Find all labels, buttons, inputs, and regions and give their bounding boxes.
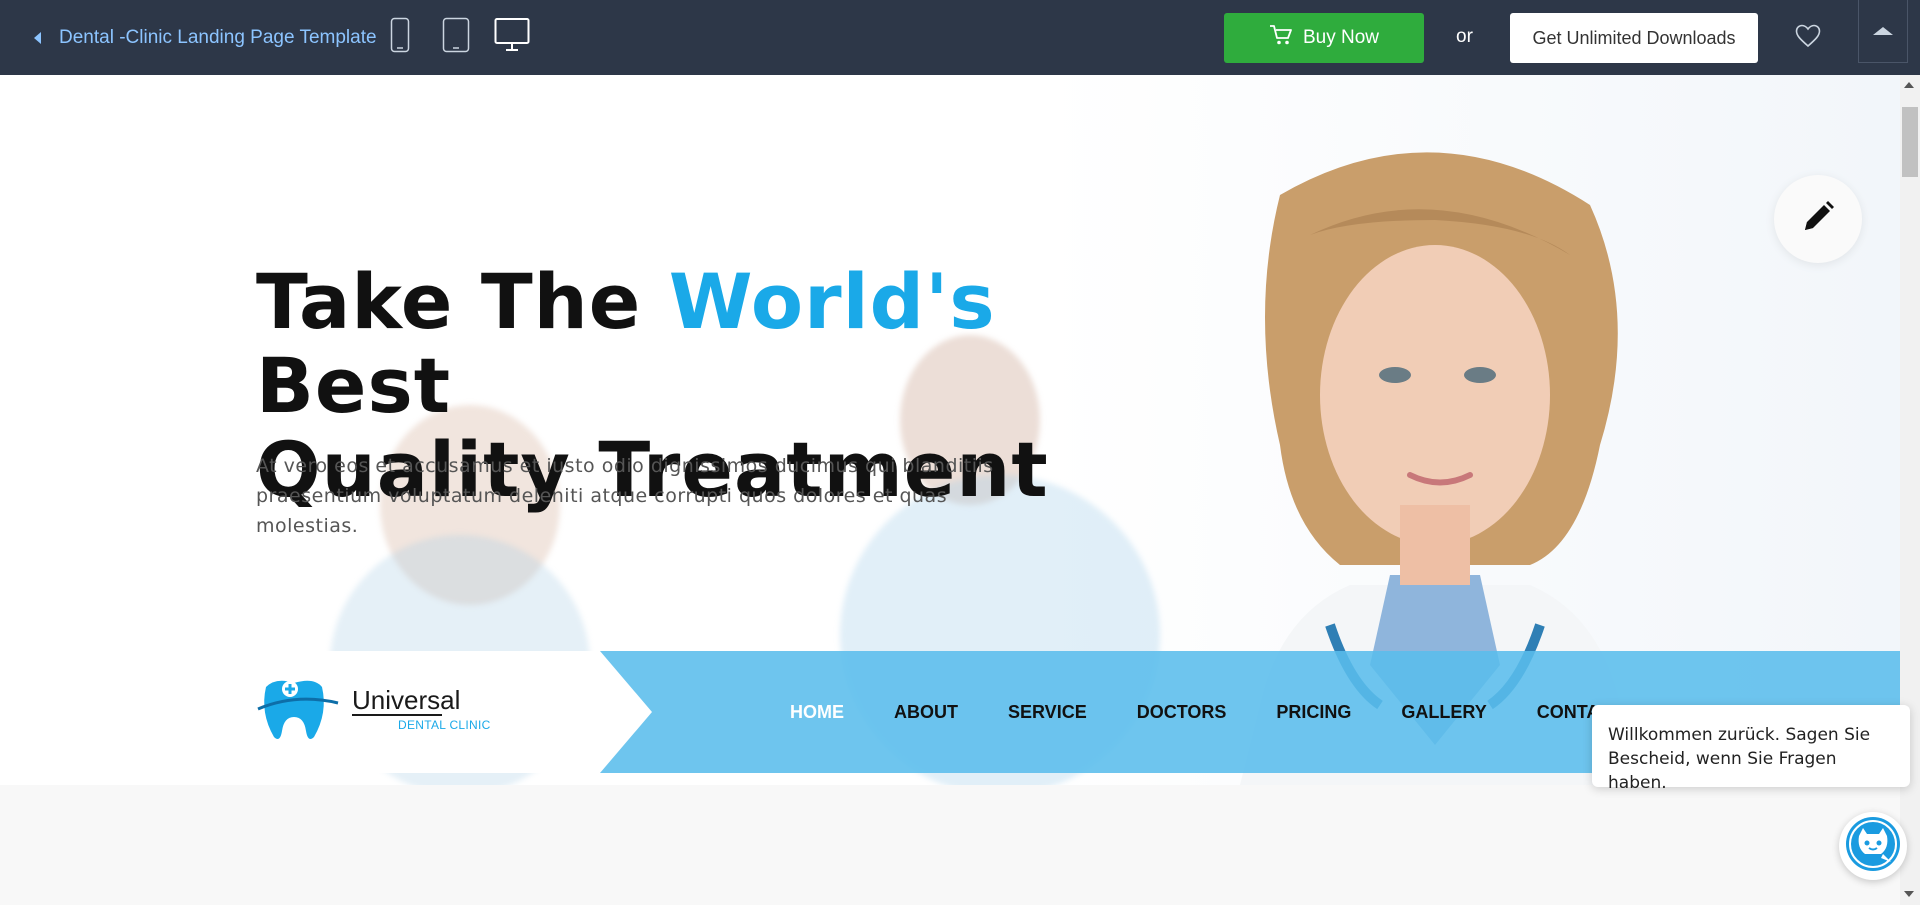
- chat-bot-icon: [1843, 814, 1903, 879]
- tooth-logo-icon: [256, 673, 340, 750]
- or-separator: or: [1456, 26, 1473, 47]
- desktop-device-icon[interactable]: [494, 17, 530, 58]
- logo-underline: [352, 714, 442, 716]
- nav-item-about[interactable]: ABOUT: [894, 702, 958, 723]
- chat-welcome-bubble[interactable]: Willkommen zurück. Sagen Sie Bescheid, w…: [1592, 705, 1910, 793]
- edit-template-button[interactable]: [1774, 175, 1862, 263]
- buy-now-label: Buy Now: [1302, 27, 1380, 48]
- nav-item-pricing[interactable]: PRICING: [1276, 702, 1351, 723]
- nav-item-home[interactable]: HOME: [790, 702, 844, 723]
- hero-description: At vero eos et accusamus et iusto odio d…: [256, 455, 994, 537]
- tablet-device-icon[interactable]: [442, 17, 470, 58]
- heart-icon[interactable]: [1795, 24, 1821, 53]
- template-title: Dental -Clinic Landing Page Template: [59, 26, 377, 48]
- get-unlimited-downloads-button[interactable]: Get Unlimited Downloads: [1510, 13, 1758, 63]
- hero-title-part2: Best: [256, 341, 452, 430]
- collapse-topbar-button[interactable]: [1858, 0, 1908, 63]
- scrollbar-thumb[interactable]: [1902, 107, 1918, 177]
- nav-item-service[interactable]: SERVICE: [1008, 702, 1087, 723]
- caret-up-icon: [1873, 27, 1893, 35]
- main-nav: HOME ABOUT SERVICE DOCTORS PRICING GALLE…: [790, 651, 1649, 773]
- logo-name: Universal: [352, 685, 461, 715]
- back-to-template-link[interactable]: Dental -Clinic Landing Page Template: [34, 0, 377, 75]
- next-section: [0, 785, 1900, 905]
- nav-item-contact[interactable]: CONTA: [1537, 702, 1600, 723]
- preview-topbar: Dental -Clinic Landing Page Template Buy…: [0, 0, 1920, 75]
- hero-title-highlight: World's: [668, 257, 996, 346]
- site-logo[interactable]: [256, 673, 340, 750]
- logo-subtitle: DENTAL CLINIC: [398, 718, 491, 732]
- phone-device-icon[interactable]: [390, 17, 410, 58]
- hero-title-part1: Take The: [256, 257, 669, 346]
- nav-item-gallery[interactable]: GALLERY: [1401, 702, 1486, 723]
- caret-left-icon: [34, 31, 41, 44]
- nav-item-doctors[interactable]: DOCTORS: [1137, 702, 1227, 723]
- chat-launcher-button[interactable]: [1839, 812, 1907, 880]
- pencil-icon: [1801, 200, 1835, 239]
- scroll-up-arrow-icon[interactable]: [1904, 82, 1914, 88]
- scroll-down-arrow-icon[interactable]: [1904, 891, 1914, 897]
- cart-icon: [1269, 24, 1293, 52]
- buy-now-button[interactable]: Buy Now: [1224, 13, 1424, 63]
